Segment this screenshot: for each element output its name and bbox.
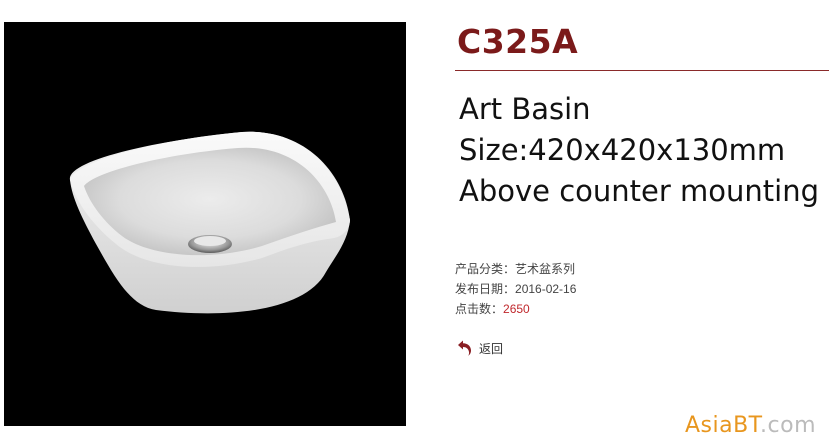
product-info-panel: C325A Art Basin Size:420x420x130mm Above… xyxy=(455,22,830,357)
meta-date: 发布日期：2016-02-16 xyxy=(455,279,830,299)
clicks-label: 点击数： xyxy=(455,302,504,316)
watermark-brand: AsiaBT xyxy=(684,413,761,438)
product-meta: 产品分类：艺术盆系列 发布日期：2016-02-16 点击数：2650 xyxy=(455,259,830,319)
product-photo xyxy=(4,22,406,426)
basin-image xyxy=(69,131,350,314)
description-line: Art Basin xyxy=(459,92,591,126)
product-description: Art Basin Size:420x420x130mm Above count… xyxy=(455,89,830,212)
category-value[interactable]: 艺术盆系列 xyxy=(515,262,575,276)
product-code-title: C325A xyxy=(457,22,579,61)
date-value: 2016-02-16 xyxy=(515,282,577,296)
meta-clicks: 点击数：2650 xyxy=(455,299,830,319)
watermark-suffix: .com xyxy=(760,413,816,438)
back-label: 返回 xyxy=(479,341,504,356)
clicks-value: 2650 xyxy=(503,302,530,316)
back-link[interactable]: 返回 xyxy=(455,339,830,357)
date-label: 发布日期： xyxy=(455,282,516,296)
product-detail-page: C325A Art Basin Size:420x420x130mm Above… xyxy=(0,0,830,446)
category-label: 产品分类： xyxy=(455,262,516,276)
title-divider xyxy=(455,70,829,71)
site-watermark: AsiaBT.com xyxy=(685,413,816,438)
description-line: Above counter mounting xyxy=(459,174,819,208)
meta-category: 产品分类：艺术盆系列 xyxy=(455,259,830,279)
return-arrow-icon xyxy=(455,339,473,357)
description-line: Size:420x420x130mm xyxy=(459,133,786,167)
